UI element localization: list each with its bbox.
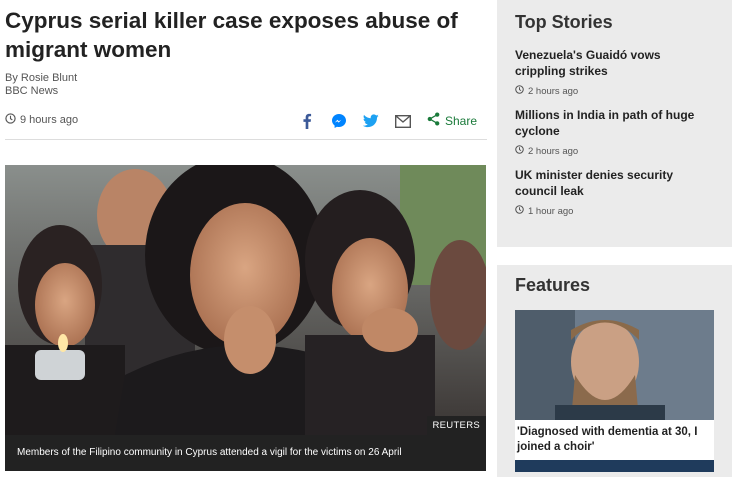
byline: By Rosie Blunt BBC News [5,72,77,98]
top-story-title[interactable]: Millions in India in path of huge cyclon… [515,107,714,139]
article-time-ago: 9 hours ago [20,114,79,126]
author-name: By Rosie Blunt [5,72,78,84]
top-stories-title: Top Stories [515,12,613,32]
messenger-icon[interactable] [323,111,355,131]
feature-next-image[interactable] [515,460,714,472]
article-photo: REUTERS [5,165,486,435]
share-icon [427,112,440,131]
source-name: BBC News [5,85,59,97]
top-story-time: 1 hour ago [515,205,714,217]
share-button[interactable]: Share [427,112,477,131]
share-bar: Share [291,111,477,131]
feature-photo [515,310,714,420]
article-timestamp: 9 hours ago [5,113,78,127]
share-label: Share [444,114,477,128]
top-story-time-text: 2 hours ago [528,145,579,157]
features-title: Features [515,275,591,295]
top-story-title[interactable]: UK minister denies security council leak [515,167,714,199]
feature-image[interactable] [515,310,714,420]
top-story-time-text: 2 hours ago [528,85,579,97]
feature-title[interactable]: 'Diagnosed with dementia at 30, I joined… [515,420,714,460]
features-panel: Features 'Diagnosed with dementia at 30,… [497,265,732,477]
clock-icon [515,85,524,97]
top-story-item[interactable]: Venezuela's Guaidó vows crippling strike… [515,47,714,97]
article-meta-row: 9 hours ago Share [5,108,487,140]
top-story-time-text: 1 hour ago [528,205,574,217]
top-stories-panel: Top Stories Venezuela's Guaidó vows crip… [497,0,732,247]
clock-icon [515,145,524,157]
top-story-title[interactable]: Venezuela's Guaidó vows crippling strike… [515,47,714,79]
top-story-item[interactable]: Millions in India in path of huge cyclon… [515,107,714,157]
photo-caption: Members of the Filipino community in Cyp… [5,435,486,471]
top-story-time: 2 hours ago [515,85,714,97]
article-headline: Cyprus serial killer case exposes abuse … [5,8,458,62]
twitter-icon[interactable] [355,111,387,131]
email-icon[interactable] [387,111,419,131]
photo-credit: REUTERS [426,416,486,435]
vigil-photo [5,165,486,435]
top-story-time: 2 hours ago [515,145,714,157]
article-main: Cyprus serial killer case exposes abuse … [0,0,490,477]
facebook-icon[interactable] [291,111,323,131]
top-story-item[interactable]: UK minister denies security council leak… [515,167,714,217]
clock-icon [515,205,524,217]
clock-icon [5,113,16,127]
